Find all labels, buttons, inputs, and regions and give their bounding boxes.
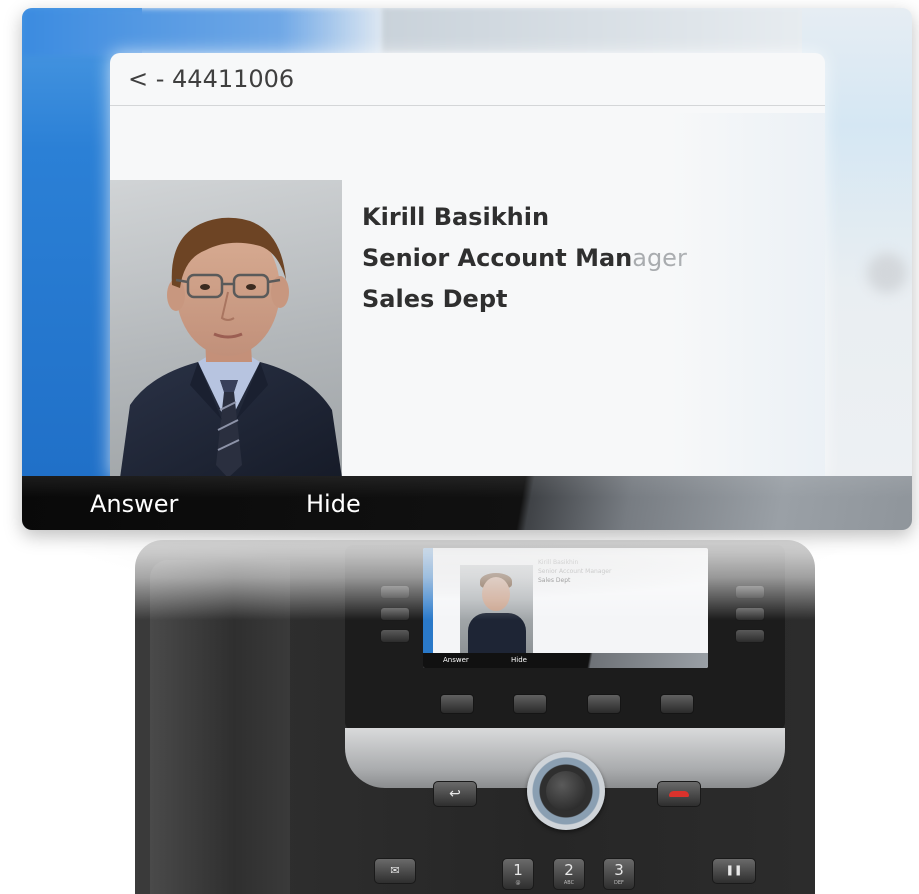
keypad-letters: @: [515, 880, 521, 886]
contact-job-title-main: Senior Account Man: [362, 244, 633, 272]
envelope-icon: ✉: [390, 864, 400, 877]
end-call-button[interactable]: [657, 781, 701, 807]
keypad-key-3[interactable]: 3 DEF: [603, 858, 635, 890]
mini-answer-label: Answer: [443, 656, 469, 664]
keypad-letters: DEF: [614, 880, 624, 886]
callout-fade: [0, 525, 919, 620]
contact-department: Sales Dept: [362, 285, 508, 313]
line-key-right-3[interactable]: [735, 629, 765, 643]
messages-button[interactable]: ✉: [374, 858, 416, 884]
contact-details: Kirill Basikhin Senior Account Manager S…: [362, 197, 687, 320]
softkey-button-2[interactable]: [513, 694, 547, 714]
line-key-left-3[interactable]: [380, 629, 410, 643]
back-button[interactable]: ↩: [433, 781, 477, 807]
keypad-letters: ABC: [563, 880, 575, 886]
contact-name: Kirill Basikhin: [362, 203, 550, 231]
caller-number: < - 44411006: [128, 65, 295, 93]
incoming-call-card: < - 44411006 Kirill Basikhin Senior Acco…: [110, 53, 825, 478]
background-header-blur: [22, 8, 392, 56]
keypad-key-1[interactable]: 1 @: [502, 858, 534, 890]
back-icon: ↩: [449, 786, 461, 802]
hold-button[interactable]: ❚❚: [712, 858, 756, 884]
pause-icon: ❚❚: [725, 865, 743, 876]
mini-softkey-bar: Answer Hide: [423, 653, 708, 668]
keypad-digit: 1: [513, 861, 523, 879]
contact-job-title: Senior Account Manager: [362, 238, 687, 279]
softkey-button-1[interactable]: [440, 694, 474, 714]
call-header: < - 44411006: [110, 53, 825, 106]
keypad-key-2[interactable]: 2 ABC: [553, 858, 585, 890]
select-button[interactable]: [546, 771, 586, 811]
end-call-icon: [669, 791, 689, 797]
softkey-button-4[interactable]: [660, 694, 694, 714]
keypad-digit: 2: [564, 861, 574, 879]
mini-hide-label: Hide: [511, 656, 527, 664]
card-edge-fade: [670, 113, 825, 478]
zoomed-incoming-call-screen: < - 44411006 Kirill Basikhin Senior Acco…: [22, 8, 912, 530]
keypad-digit: 3: [614, 861, 624, 879]
answer-button[interactable]: Answer: [90, 490, 178, 518]
background-right-icon: [867, 253, 907, 293]
hide-button[interactable]: Hide: [306, 490, 361, 518]
softkey-button-3[interactable]: [587, 694, 621, 714]
contact-portrait: [120, 217, 342, 478]
contact-photo: [110, 180, 342, 478]
